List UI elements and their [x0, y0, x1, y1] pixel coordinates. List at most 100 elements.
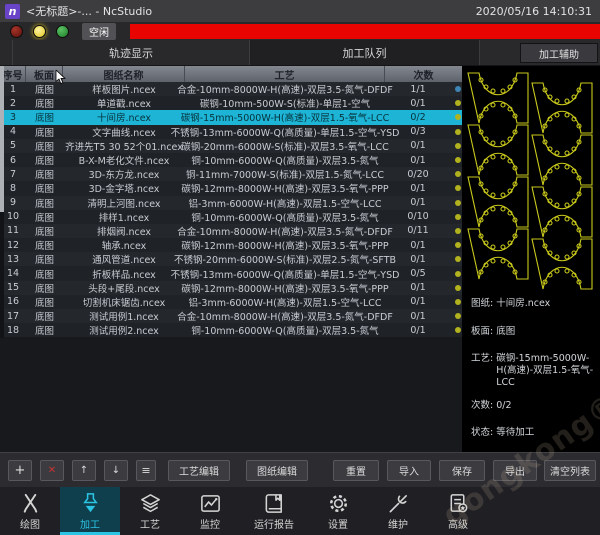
table-row[interactable]: 8 底图 3D-金字塔.ncex 碳钢-12mm-8000W-H(高速)-双层3… — [0, 181, 462, 195]
header-count[interactable]: 次数 — [385, 66, 462, 82]
nav-item-process[interactable]: 工艺 — [120, 487, 180, 535]
table-row[interactable]: 4 底图 文字曲线.ncex 不锈钢-13mm-6000W-Q(高质量)-单层1… — [0, 125, 462, 139]
row-board-side: 底图 — [26, 96, 63, 110]
row-count: 0/20 — [385, 169, 451, 180]
status-light-green-icon — [56, 25, 69, 38]
table-row[interactable]: 13 底图 通风管道.ncex 不锈钢-20mm-6000W-S(标准)-双层2… — [0, 252, 462, 266]
row-status-dot — [455, 242, 461, 248]
row-count: 0/1 — [385, 98, 451, 109]
process-value: 碳钢-15mm-5000W-H(高速)-双层1.5-氧气-LCC — [496, 353, 597, 389]
row-drawing-name: 样板图片.ncex — [63, 82, 185, 96]
table-row[interactable]: 15 底图 头段+尾段.ncex 碳钢-12mm-8000W-H(高速)-双层3… — [0, 281, 462, 295]
table-row[interactable]: 18 底图 测试用例2.ncex 铜-10mm-6000W-Q(高质量)-双层3… — [0, 323, 462, 337]
main-area: 序号 板面 图纸名称 工艺 次数 1 底图 样板图片.ncex 合金-10mm-… — [0, 66, 600, 452]
row-status-dot — [455, 271, 461, 277]
row-process: 碳钢-12mm-8000W-H(高速)-双层3.5-氧气-PPP — [185, 181, 385, 195]
count-label: 次数: — [471, 400, 493, 412]
nav-item-draw[interactable]: 绘图 — [0, 487, 60, 535]
row-drawing-name: 十间房.ncex — [63, 110, 185, 124]
drawing-edit-button[interactable]: 图纸编辑 — [246, 460, 308, 481]
row-board-side: 底图 — [26, 238, 63, 252]
document-star-icon — [447, 492, 470, 515]
table-row[interactable]: 5 底图 齐进先T5 30 52个01.ncex 碳钢-20mm-6000W-S… — [0, 139, 462, 153]
nav-label: 监控 — [200, 516, 220, 531]
tab-trajectory-display[interactable]: 轨迹显示 — [12, 40, 250, 65]
row-board-side: 底图 — [26, 252, 63, 266]
scrollbar-thumb[interactable] — [0, 66, 4, 212]
row-drawing-name: 排样1.ncex — [63, 210, 185, 224]
table-rows: 1 底图 样板图片.ncex 合金-10mm-8000W-H(高速)-双层3.5… — [0, 82, 462, 337]
processing-queue-table: 序号 板面 图纸名称 工艺 次数 1 底图 样板图片.ncex 合金-10mm-… — [0, 66, 462, 452]
processing-assist-button[interactable]: 加工辅助 — [520, 43, 598, 63]
row-status-dot — [455, 313, 461, 319]
row-status-dot — [455, 171, 461, 177]
row-count: 0/3 — [385, 126, 451, 137]
status-value: 等待加工 — [496, 427, 534, 439]
row-board-side: 底图 — [26, 224, 63, 238]
row-count: 0/1 — [385, 296, 451, 307]
row-count: 0/5 — [385, 268, 451, 279]
move-up-button[interactable]: ↑ — [72, 460, 96, 481]
row-drawing-name: 单道戳.ncex — [63, 96, 185, 110]
machine-state-badge: 空闲 — [82, 23, 116, 40]
nav-item-advanced[interactable]: 高级 — [428, 487, 488, 535]
row-status-dot — [455, 285, 461, 291]
row-count: 0/1 — [385, 140, 451, 151]
process-edit-button[interactable]: 工艺编辑 — [168, 460, 230, 481]
row-count: 0/2 — [385, 112, 451, 123]
table-row[interactable]: 17 底图 测试用例1.ncex 合金-10mm-8000W-H(高速)-双层3… — [0, 309, 462, 323]
save-button[interactable]: 保存 — [439, 460, 485, 481]
header-drawing-name[interactable]: 图纸名称 — [63, 66, 185, 82]
clear-list-button[interactable]: 清空列表 — [544, 460, 596, 481]
bottom-toolbar: + ✕ ↑ ↓ ≡ 工艺编辑 图纸编辑 重置 导入 保存 导出 清空列表 — [0, 452, 600, 487]
export-button[interactable]: 导出 — [493, 460, 537, 481]
gear-icon — [327, 492, 350, 515]
table-row[interactable]: 3 底图 十间房.ncex 碳钢-15mm-5000W-H(高速)-双层1.5-… — [0, 110, 462, 124]
table-row[interactable]: 16 底图 切割机床锯齿.ncex 铝-3mm-6000W-H(高速)-双层1.… — [0, 295, 462, 309]
table-row[interactable]: 6 底图 B-X-M老化文件.ncex 铜-10mm-6000W-Q(高质量)-… — [0, 153, 462, 167]
table-row[interactable]: 1 底图 样板图片.ncex 合金-10mm-8000W-H(高速)-双层3.5… — [0, 82, 462, 96]
add-job-button[interactable]: + — [8, 460, 32, 481]
row-status-dot — [455, 143, 461, 149]
row-status-dot — [455, 214, 461, 220]
row-count: 1/1 — [385, 84, 451, 95]
tab-processing-queue[interactable]: 加工队列 — [250, 40, 480, 65]
row-process: 合金-10mm-8000W-H(高速)-双层3.5-氮气-DFDF — [185, 82, 385, 96]
ncstudio-logo-icon: n — [5, 4, 20, 19]
row-count: 0/1 — [385, 254, 451, 265]
row-process: 铜-10mm-6000W-Q(高质量)-双层3.5-氮气 — [185, 323, 385, 337]
row-status-dot — [455, 157, 461, 163]
status-light-yellow-icon — [33, 25, 46, 38]
table-row[interactable]: 7 底图 3D-东方龙.ncex 铜-11mm-7000W-S(标准)-双层1.… — [0, 167, 462, 181]
table-row[interactable]: 11 底图 排烟阀.ncex 合金-10mm-8000W-H(高速)-双层3.5… — [0, 224, 462, 238]
table-row[interactable]: 14 底图 折板样品.ncex 不锈钢-13mm-6000W-Q(高质量)-单层… — [0, 266, 462, 280]
delete-job-button[interactable]: ✕ — [40, 460, 64, 481]
row-drawing-name: 3D-东方龙.ncex — [63, 167, 185, 181]
nav-item-monitor[interactable]: 监控 — [180, 487, 240, 535]
header-process[interactable]: 工艺 — [185, 66, 385, 82]
sort-list-button[interactable]: ≡ — [136, 460, 156, 481]
nav-item-settings[interactable]: 设置 — [308, 487, 368, 535]
table-row[interactable]: 2 底图 单道戳.ncex 碳钢-10mm-500W-S(标准)-单层1-空气 … — [0, 96, 462, 110]
row-board-side: 底图 — [26, 210, 63, 224]
table-row[interactable]: 10 底图 排样1.ncex 铜-10mm-6000W-Q(高质量)-双层3.5… — [0, 210, 462, 224]
row-process: 合金-10mm-8000W-H(高速)-双层3.5-氮气-DFDF — [185, 224, 385, 238]
nav-label: 工艺 — [140, 516, 160, 531]
nav-item-maintenance[interactable]: 维护 — [368, 487, 428, 535]
window-title: <无标题>-... - NcStudio — [26, 3, 470, 19]
nav-item-run-report[interactable]: 运行报告 — [240, 487, 308, 535]
titlebar: n <无标题>-... - NcStudio 2020/05/16 14:10:… — [0, 0, 600, 22]
row-count: 0/11 — [385, 225, 451, 236]
pencil-cross-icon — [19, 492, 42, 515]
import-button[interactable]: 导入 — [387, 460, 431, 481]
move-down-button[interactable]: ↓ — [104, 460, 128, 481]
reset-button[interactable]: 重置 — [333, 460, 379, 481]
drawing-preview — [465, 72, 597, 296]
nav-item-processing[interactable]: 加工 — [60, 487, 120, 535]
row-board-side: 底图 — [26, 125, 63, 139]
table-row[interactable]: 12 底图 轴承.ncex 碳钢-12mm-8000W-H(高速)-双层3.5-… — [0, 238, 462, 252]
row-process: 铝-3mm-6000W-H(高速)-双层1.5-空气-LCC — [185, 196, 385, 210]
row-board-side: 底图 — [26, 139, 63, 153]
table-scrollbar[interactable] — [0, 66, 4, 338]
table-row[interactable]: 9 底图 清明上河图.ncex 铝-3mm-6000W-H(高速)-双层1.5-… — [0, 196, 462, 210]
